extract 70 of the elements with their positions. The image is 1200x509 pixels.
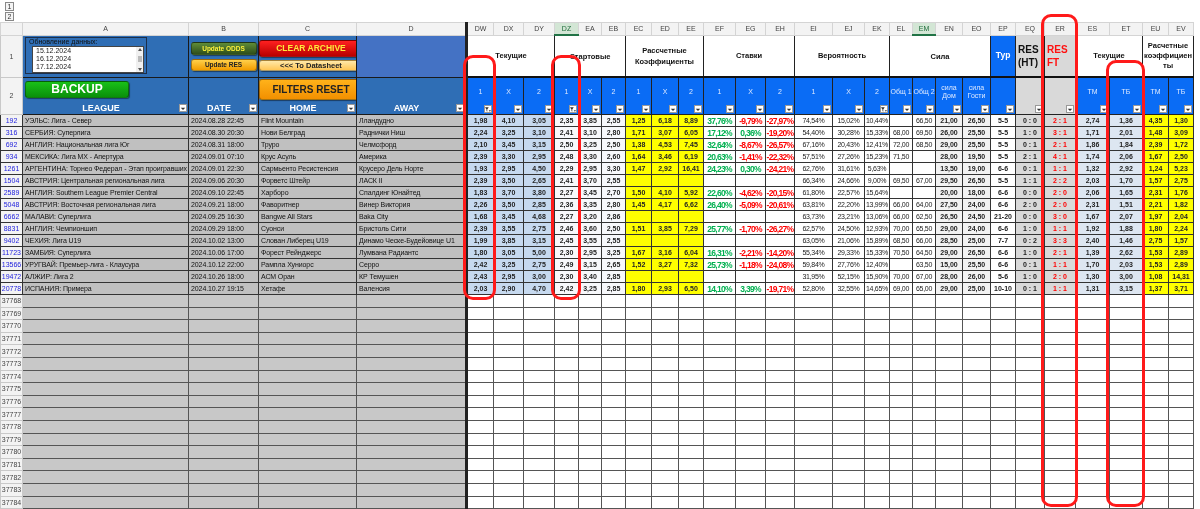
filter-dropdown[interactable] bbox=[1006, 105, 1014, 113]
table-cell: 25,73% bbox=[703, 258, 736, 271]
table-cell: 32,64% bbox=[703, 138, 736, 151]
filter-dropdown[interactable] bbox=[1133, 105, 1141, 113]
table-cell: -22,32% bbox=[765, 150, 795, 163]
table-cell: -8,67% bbox=[735, 138, 766, 151]
table-cell: -5,09% bbox=[735, 198, 766, 211]
clear-archive-button[interactable]: CLEAR ARCHIVE bbox=[259, 39, 356, 57]
filter-dropdown[interactable] bbox=[1066, 105, 1074, 113]
filter-dropdown[interactable] bbox=[855, 105, 863, 113]
filter-dropdown[interactable] bbox=[694, 105, 702, 113]
table-cell: 0,36% bbox=[735, 126, 766, 139]
table-cell: 37,76% bbox=[703, 114, 736, 127]
filter-dropdown[interactable] bbox=[726, 105, 734, 113]
filter-dropdown[interactable] bbox=[484, 105, 492, 113]
filter-dropdown[interactable] bbox=[1100, 105, 1108, 113]
filter-dropdown[interactable] bbox=[514, 105, 522, 113]
filter-dropdown[interactable] bbox=[953, 105, 961, 113]
filter-dropdown[interactable] bbox=[249, 104, 257, 112]
filter-dropdown[interactable] bbox=[592, 105, 600, 113]
filter-dropdown[interactable] bbox=[179, 104, 187, 112]
table-cell: -19,20% bbox=[765, 126, 795, 139]
table-cell: -9,79% bbox=[735, 114, 766, 127]
table-cell: 20,63% bbox=[703, 150, 736, 163]
table-cell: -1,18% bbox=[735, 258, 766, 271]
scrollbar[interactable] bbox=[136, 46, 143, 72]
table-cell: -27,97% bbox=[765, 114, 795, 127]
table-cell: -20,61% bbox=[765, 198, 795, 211]
table-cell: 26,40% bbox=[703, 198, 736, 211]
table-cell: -2,21% bbox=[735, 246, 766, 259]
table-cell: -20,15% bbox=[765, 186, 795, 199]
filter-dropdown[interactable] bbox=[823, 105, 831, 113]
filter-dropdown[interactable] bbox=[642, 105, 650, 113]
table-cell: -26,27% bbox=[765, 222, 795, 235]
filter-dropdown[interactable] bbox=[616, 105, 624, 113]
filter-dropdown[interactable] bbox=[347, 104, 355, 112]
table-cell: 3,39% bbox=[735, 282, 766, 295]
table-cell: 0,30% bbox=[735, 162, 766, 175]
filter-dropdown[interactable] bbox=[569, 105, 577, 113]
filter-dropdown[interactable] bbox=[981, 105, 989, 113]
table-cell: 14,10% bbox=[703, 282, 736, 295]
column-label: HOME bbox=[288, 103, 318, 113]
filter-dropdown[interactable] bbox=[456, 104, 464, 112]
filter-dropdown[interactable] bbox=[1159, 105, 1167, 113]
table-cell: -4,62% bbox=[735, 186, 766, 199]
table-cell: 22,60% bbox=[703, 186, 736, 199]
filter-dropdown[interactable] bbox=[756, 105, 764, 113]
table-cell: -19,71% bbox=[765, 282, 795, 295]
table-cell: 25,77% bbox=[703, 222, 736, 235]
table-cell: 16,31% bbox=[703, 246, 736, 259]
column-label: DATE bbox=[206, 103, 232, 113]
table-cell: -14,20% bbox=[765, 246, 795, 259]
filters-reset-button[interactable]: FILTERS RESET bbox=[259, 78, 356, 100]
filter-dropdown[interactable] bbox=[880, 105, 888, 113]
table-cell: -24,08% bbox=[765, 258, 795, 271]
column-label: AWAY bbox=[392, 103, 421, 113]
filter-dropdown[interactable] bbox=[785, 105, 793, 113]
table-cell: 17,12% bbox=[703, 126, 736, 139]
filter-dropdown[interactable] bbox=[545, 105, 553, 113]
table-cell: 24,23% bbox=[703, 162, 736, 175]
column-label: LEAGUE bbox=[81, 103, 121, 113]
filter-dropdown[interactable] bbox=[903, 105, 911, 113]
filter-dropdown[interactable] bbox=[926, 105, 934, 113]
table-cell: -1,41% bbox=[735, 150, 766, 163]
filter-dropdown[interactable] bbox=[1035, 105, 1043, 113]
filter-dropdown[interactable] bbox=[1184, 105, 1192, 113]
filter-dropdown[interactable] bbox=[669, 105, 677, 113]
table-cell: -26,57% bbox=[765, 138, 795, 151]
table-cell: -24,21% bbox=[765, 162, 795, 175]
table-cell: -1,70% bbox=[735, 222, 766, 235]
